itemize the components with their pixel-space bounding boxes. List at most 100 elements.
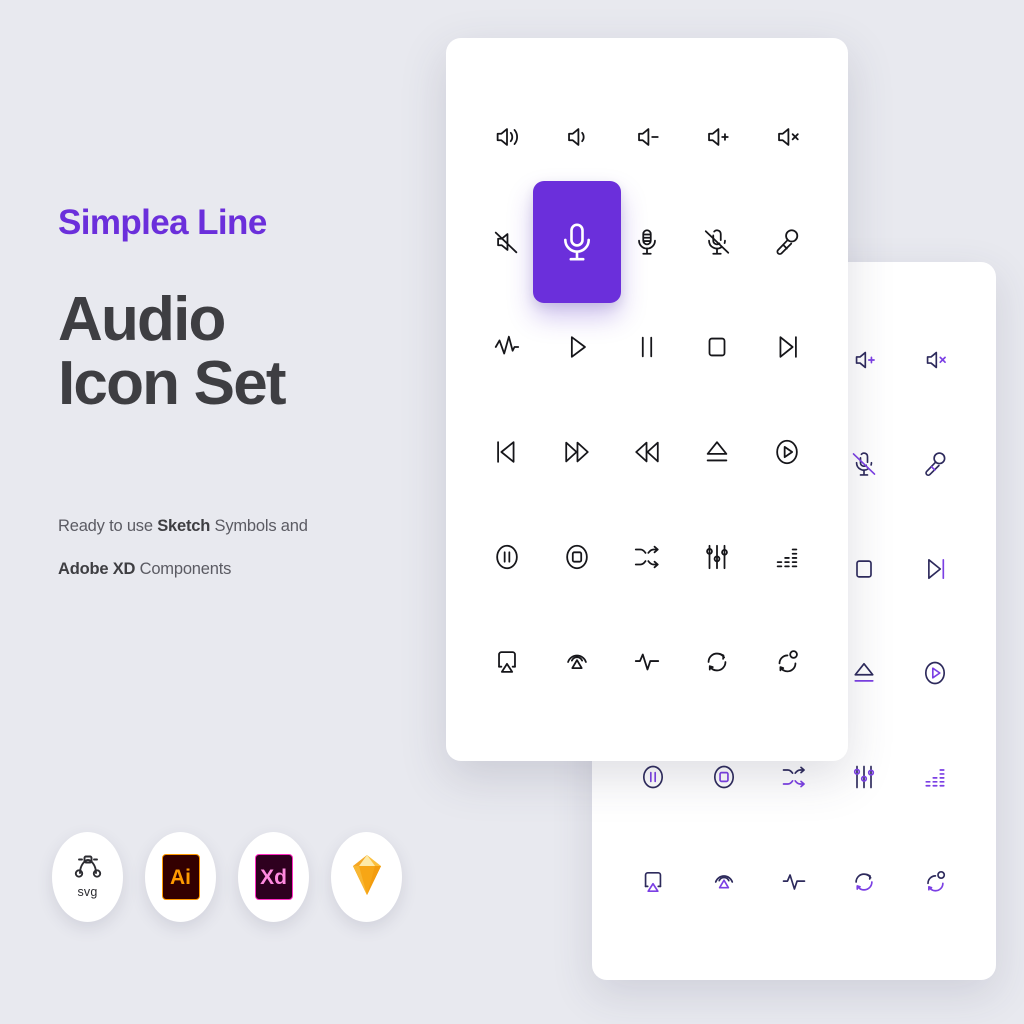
repeat-icon-glyph xyxy=(707,653,727,672)
volume-medium-icon[interactable] xyxy=(542,84,612,189)
pulse-icon[interactable] xyxy=(759,830,829,934)
microphone-icon[interactable] xyxy=(533,180,621,303)
waveform-icon-glyph xyxy=(494,335,520,355)
front-icon-grid xyxy=(446,38,848,761)
stop-circle-icon-glyph xyxy=(566,545,588,570)
airplay-icon-glyph xyxy=(498,651,516,674)
microphone-off-icon[interactable] xyxy=(682,189,752,294)
xd-badge[interactable]: Xd xyxy=(238,832,309,922)
volume-up-icon-glyph xyxy=(856,351,876,369)
rewind-icon-glyph xyxy=(635,441,659,463)
subtitle-sketch-bold: Sketch xyxy=(157,516,211,535)
fast-forward-icon[interactable] xyxy=(542,399,612,504)
subtitle-prefix: Ready to use xyxy=(58,516,158,535)
stop-circle-icon[interactable] xyxy=(542,505,612,610)
broadcast-icon[interactable] xyxy=(542,610,612,715)
repeat-one-icon[interactable] xyxy=(752,610,822,715)
repeat-one-icon-glyph xyxy=(778,650,798,673)
waveform-icon[interactable] xyxy=(472,294,542,399)
broadcast-icon-glyph xyxy=(714,875,733,889)
front-icon-card[interactable] xyxy=(446,38,848,761)
poster-stage: Simplea Line Audio Icon Set Ready to use… xyxy=(0,0,1024,1024)
hero-subtitle: Ready to use Sketch Symbols and Adobe XD… xyxy=(58,505,418,591)
repeat-icon[interactable] xyxy=(682,610,752,715)
skip-next-icon-glyph xyxy=(779,336,797,358)
stop-icon[interactable] xyxy=(682,294,752,399)
equalizer-bars-icon[interactable] xyxy=(752,505,822,610)
pulse-icon-glyph xyxy=(782,873,806,890)
microphone-off-icon-glyph xyxy=(704,229,730,255)
sketch-diamond-icon xyxy=(347,852,387,903)
shuffle-icon[interactable] xyxy=(612,505,682,610)
play-icon[interactable] xyxy=(542,294,612,399)
airplay-icon[interactable] xyxy=(618,830,688,934)
skip-previous-icon[interactable] xyxy=(472,399,542,504)
skip-next-icon[interactable] xyxy=(752,294,822,399)
broadcast-icon-glyph xyxy=(567,655,587,670)
illustrator-badge[interactable]: Ai xyxy=(145,832,216,922)
rewind-icon[interactable] xyxy=(612,399,682,504)
svg-badge[interactable]: svg xyxy=(52,832,123,922)
handheld-microphone-icon[interactable] xyxy=(752,189,822,294)
studio-microphone-icon[interactable] xyxy=(612,189,682,294)
pause-icon[interactable] xyxy=(612,294,682,399)
shuffle-icon-glyph xyxy=(782,767,805,788)
play-circle-icon[interactable] xyxy=(752,399,822,504)
repeat-one-icon-glyph xyxy=(926,870,945,892)
handheld-microphone-icon-glyph xyxy=(776,229,799,255)
skip-next-icon[interactable] xyxy=(900,517,970,621)
handheld-microphone-icon-glyph xyxy=(925,452,946,477)
highlighted-microphone-tile[interactable] xyxy=(533,180,621,303)
volume-mute-icon-glyph xyxy=(926,351,946,369)
stop-circle-icon-glyph xyxy=(713,766,734,789)
volume-high-icon[interactable] xyxy=(472,84,542,189)
airplay-icon-glyph xyxy=(644,871,662,892)
volume-mute-icon[interactable] xyxy=(900,308,970,412)
volume-down-icon[interactable] xyxy=(612,84,682,189)
pause-circle-icon[interactable] xyxy=(472,505,542,610)
sketch-badge[interactable] xyxy=(331,832,402,922)
illustrator-badge-label: Ai xyxy=(170,865,191,889)
volume-medium-icon-glyph xyxy=(568,127,585,146)
bezier-path-icon xyxy=(73,855,103,884)
format-badge-row: svg Ai Xd xyxy=(52,832,402,922)
airplay-icon[interactable] xyxy=(472,610,542,715)
broadcast-icon[interactable] xyxy=(688,830,758,934)
pause-circle-icon-glyph xyxy=(643,766,664,789)
handheld-microphone-icon[interactable] xyxy=(900,412,970,516)
play-circle-icon-glyph xyxy=(924,661,945,685)
volume-up-icon[interactable] xyxy=(682,84,752,189)
play-icon-glyph xyxy=(570,336,586,358)
stop-icon-glyph xyxy=(856,560,873,578)
skip-previous-icon-glyph xyxy=(497,441,515,463)
adobe-illustrator-icon: Ai xyxy=(161,854,200,900)
xd-badge-label: Xd xyxy=(260,865,287,889)
svg-badge-label: svg xyxy=(77,885,98,899)
repeat-icon[interactable] xyxy=(829,830,899,934)
eject-icon-glyph xyxy=(854,663,874,682)
eject-icon-glyph xyxy=(706,441,728,462)
volume-high-icon-glyph xyxy=(496,127,518,146)
shuffle-icon-glyph xyxy=(634,546,659,569)
hero-text-block: Simplea Line Audio Icon Set Ready to use… xyxy=(58,205,418,591)
fast-forward-icon-glyph xyxy=(565,441,589,463)
volume-mute-icon[interactable] xyxy=(752,84,822,189)
equalizer-bars-icon[interactable] xyxy=(900,725,970,829)
equalizer-bars-icon-glyph xyxy=(776,548,798,568)
skip-next-icon-glyph xyxy=(927,558,944,579)
subtitle-suffix: Symbols and xyxy=(210,516,308,535)
volume-down-icon-glyph xyxy=(638,127,659,146)
pause-circle-icon-glyph xyxy=(496,545,518,570)
equalizer-sliders-icon[interactable] xyxy=(682,505,752,610)
subtitle-line2-suffix: Components xyxy=(135,559,232,578)
play-circle-icon[interactable] xyxy=(900,621,970,725)
studio-microphone-icon-glyph xyxy=(638,229,656,255)
eject-icon[interactable] xyxy=(682,399,752,504)
pulse-icon[interactable] xyxy=(612,610,682,715)
repeat-one-icon[interactable] xyxy=(900,830,970,934)
pulse-icon-glyph xyxy=(634,654,660,671)
microphone-off-icon-glyph xyxy=(853,452,876,477)
volume-off-icon[interactable] xyxy=(472,189,542,294)
microphone-icon-glyph xyxy=(564,223,590,261)
subtitle-xd-bold: Adobe XD xyxy=(58,559,136,578)
